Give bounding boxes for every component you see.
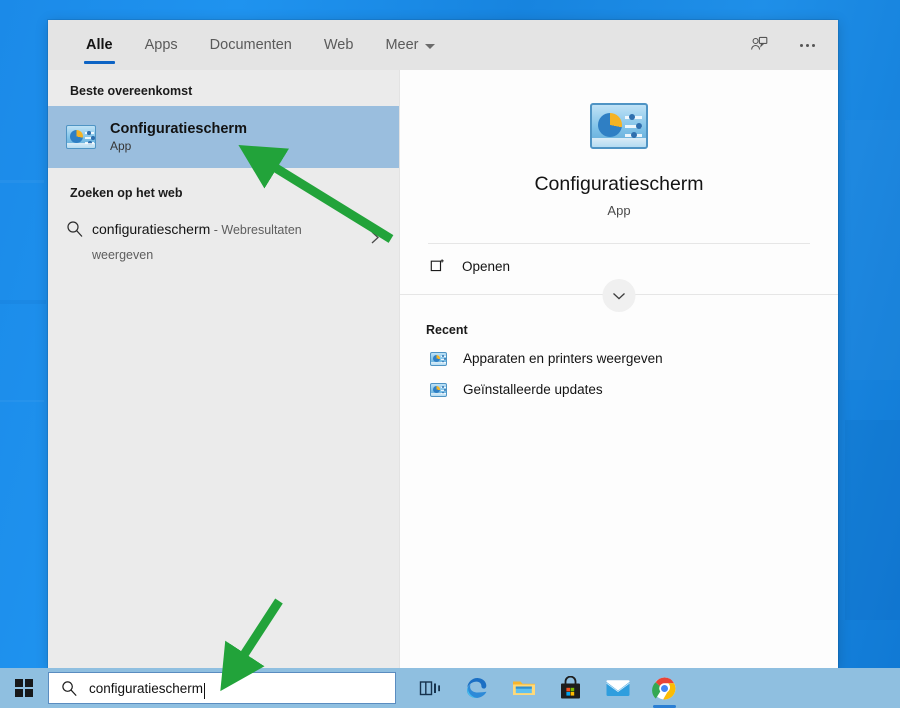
edge-icon — [464, 675, 490, 701]
taskbar-item-microsoft-store[interactable] — [547, 668, 594, 708]
taskbar: configuratiescherm — [0, 668, 900, 708]
task-view-icon — [419, 679, 441, 698]
web-result-item[interactable]: configuratiescherm - Webresultaten weerg… — [48, 208, 399, 278]
control-panel-icon — [430, 383, 447, 397]
windows-logo-icon — [15, 679, 33, 697]
open-action-label: Openen — [462, 259, 510, 274]
wallpaper-streak — [845, 420, 900, 620]
wallpaper-streak — [0, 180, 44, 183]
tab-apps[interactable]: Apps — [129, 20, 194, 70]
result-subtitle: App — [110, 139, 247, 153]
preview-app-type: App — [607, 203, 630, 218]
tab-bar: Alle Apps Documenten Web Meer — [70, 20, 451, 70]
taskbar-item-file-explorer[interactable] — [500, 668, 547, 708]
wallpaper-streak — [0, 300, 46, 304]
header-actions — [742, 20, 824, 70]
recent-item-label: Geïnstalleerde updates — [463, 382, 603, 397]
tab-meer[interactable]: Meer — [369, 20, 451, 70]
web-search-header: Zoeken op het web — [48, 168, 399, 208]
expand-actions-button[interactable] — [603, 279, 636, 312]
expander-divider — [400, 294, 838, 295]
control-panel-icon — [430, 352, 447, 366]
chevron-down-icon — [612, 291, 627, 301]
tab-label: Apps — [145, 37, 178, 53]
wallpaper-streak — [0, 400, 44, 402]
preview-header: Configuratiescherm App — [400, 70, 838, 218]
tab-label: Meer — [385, 37, 418, 53]
more-options-icon[interactable] — [790, 28, 824, 62]
preview-pane: Configuratiescherm App Openen — [399, 70, 838, 668]
web-result-tail: - Webresultaten — [210, 223, 301, 237]
results-list: Beste overeenkomst Configuratiescherm Ap… — [48, 70, 399, 668]
taskbar-item-task-view[interactable] — [406, 668, 453, 708]
tab-documenten[interactable]: Documenten — [194, 20, 308, 70]
text-caret — [204, 683, 205, 699]
best-match-header: Beste overeenkomst — [48, 76, 399, 106]
recent-item-apparaten-en-printers[interactable]: Apparaten en printers weergeven — [400, 343, 838, 374]
tab-alle[interactable]: Alle — [70, 20, 129, 70]
preview-app-name: Configuratiescherm — [534, 173, 703, 196]
taskbar-item-chrome[interactable] — [641, 668, 688, 708]
search-body: Beste overeenkomst Configuratiescherm Ap… — [48, 70, 838, 668]
recent-item-geinstalleerde-updates[interactable]: Geïnstalleerde updates — [400, 374, 838, 405]
taskbar-apps — [406, 668, 688, 708]
chevron-right-icon — [370, 230, 381, 250]
control-panel-icon — [66, 125, 96, 149]
search-input[interactable]: configuratiescherm — [48, 672, 396, 704]
search-input-value: configuratiescherm — [89, 681, 203, 696]
file-explorer-icon — [511, 677, 537, 699]
open-in-window-icon — [430, 258, 462, 274]
feedback-icon[interactable] — [742, 28, 776, 62]
search-header: Alle Apps Documenten Web Meer — [48, 20, 838, 70]
web-result-tail2: weergeven — [92, 248, 153, 262]
result-item-configuratiescherm[interactable]: Configuratiescherm App — [48, 106, 399, 168]
mail-icon — [605, 678, 631, 698]
start-button[interactable] — [0, 668, 48, 708]
tab-label: Alle — [86, 37, 113, 53]
chevron-down-icon — [425, 44, 435, 49]
chrome-icon — [652, 676, 677, 701]
search-flyout: Alle Apps Documenten Web Meer — [48, 20, 838, 668]
recent-item-label: Apparaten en printers weergeven — [463, 351, 663, 366]
search-icon — [66, 218, 92, 243]
tab-label: Documenten — [210, 37, 292, 53]
web-result-query: configuratiescherm — [92, 221, 210, 237]
microsoft-store-icon — [559, 676, 582, 700]
wallpaper-streak — [845, 120, 900, 380]
desktop: Alle Apps Documenten Web Meer — [0, 0, 900, 708]
taskbar-item-mail[interactable] — [594, 668, 641, 708]
taskbar-item-edge[interactable] — [453, 668, 500, 708]
search-icon — [61, 680, 78, 697]
tab-web[interactable]: Web — [308, 20, 370, 70]
control-panel-icon — [590, 103, 648, 149]
tab-label: Web — [324, 37, 354, 53]
result-title: Configuratiescherm — [110, 121, 247, 137]
